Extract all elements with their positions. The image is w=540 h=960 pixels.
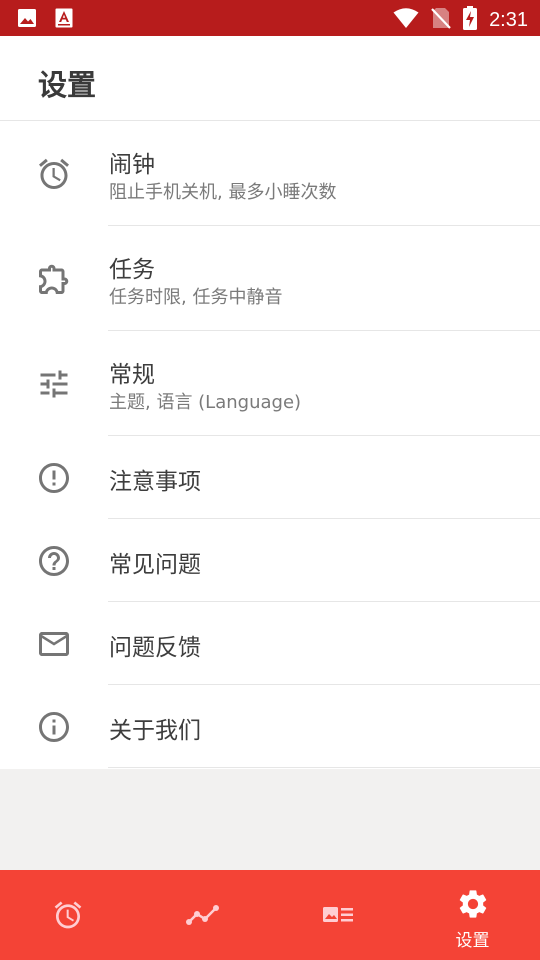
alarm-clock-icon <box>52 899 84 935</box>
tab-statistics[interactable] <box>135 870 270 960</box>
tab-settings-label: 设置 <box>455 931 490 951</box>
pdf-app-icon <box>55 8 73 32</box>
settings-item-label: 常见问题 <box>109 552 201 578</box>
info-circle-icon <box>36 709 72 745</box>
settings-screen: 设置 闹钟 阻止手机关机, 最多小睡次数 任务 任务时限, 任务中静音 常规 主… <box>0 36 540 769</box>
settings-list: 闹钟 阻止手机关机, 最多小睡次数 任务 任务时限, 任务中静音 常规 主题, … <box>0 121 540 768</box>
settings-item-notes[interactable]: 注意事项 <box>0 436 540 519</box>
tab-gallery[interactable] <box>270 870 405 960</box>
settings-item-general[interactable]: 常规 主题, 语言 (Language) <box>0 331 540 436</box>
bottom-nav: 设置 <box>0 870 540 960</box>
wifi-icon <box>393 7 419 33</box>
trend-line-icon <box>185 900 220 934</box>
tab-settings[interactable]: 设置 <box>405 870 540 960</box>
status-bar: 2:31 <box>0 0 540 36</box>
settings-item-label: 任务 <box>109 257 155 283</box>
settings-item-feedback[interactable]: 问题反馈 <box>0 602 540 685</box>
puzzle-icon <box>36 261 72 297</box>
settings-item-sublabel: 阻止手机关机, 最多小睡次数 <box>109 182 337 203</box>
settings-item-label: 闹钟 <box>109 152 155 178</box>
help-circle-icon <box>36 543 72 579</box>
mail-icon <box>36 626 72 662</box>
settings-item-sublabel: 主题, 语言 (Language) <box>109 392 302 413</box>
no-sim-icon <box>431 7 451 33</box>
settings-item-label: 注意事项 <box>109 469 201 495</box>
settings-item-tasks[interactable]: 任务 任务时限, 任务中静音 <box>0 226 540 331</box>
status-time: 2:31 <box>489 9 528 31</box>
settings-item-label: 常规 <box>109 362 155 388</box>
tune-sliders-icon <box>36 366 72 402</box>
settings-item-faq[interactable]: 常见问题 <box>0 519 540 602</box>
image-list-icon <box>322 904 354 930</box>
settings-item-sublabel: 任务时限, 任务中静音 <box>109 287 283 308</box>
alarm-clock-icon <box>36 156 72 192</box>
settings-item-label: 关于我们 <box>109 718 201 744</box>
tab-alarms[interactable] <box>0 870 135 960</box>
settings-item-label: 问题反馈 <box>109 635 201 661</box>
battery-charging-icon <box>463 6 478 34</box>
divider <box>108 767 540 768</box>
gallery-icon <box>17 8 37 32</box>
settings-item-about[interactable]: 关于我们 <box>0 685 540 768</box>
gear-icon <box>456 887 490 925</box>
alert-circle-icon <box>36 460 72 496</box>
page-title: 设置 <box>38 68 97 102</box>
settings-item-alarm[interactable]: 闹钟 阻止手机关机, 最多小睡次数 <box>0 121 540 226</box>
